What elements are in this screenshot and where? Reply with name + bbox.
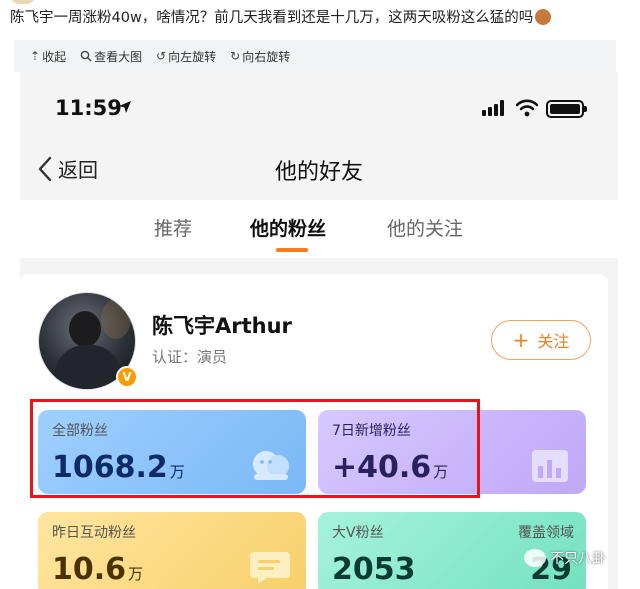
profile-name[interactable]: 陈飞宇Arthur [152,310,292,340]
tab-bar: 推荐 他的粉丝 他的关注 [20,200,618,258]
stat-label: 昨日互动粉丝 [52,525,136,541]
follow-label: 关注 [537,332,570,351]
rotate-left-icon: ↺ [156,49,167,63]
rotate-right-button[interactable]: ↻ 向右旋转 [230,48,290,65]
plus-icon: + [512,328,530,352]
poster-avatar-fragment [10,0,36,4]
tab-his-fans[interactable]: 他的粉丝 [250,214,326,241]
cellular-signal-icon [482,100,508,116]
coverage-label: 覆盖领域 [518,525,574,541]
stat-label: 大V粉丝 [332,525,384,541]
collapse-label: 收起 [42,49,67,64]
stat-value: 10.6 万 [52,552,144,587]
tab-his-following[interactable]: 他的关注 [387,214,463,241]
image-toolbar: ⇡ 收起 查看大图 ↺ 向左旋转 ↻ 向右旋转 [14,40,616,72]
phone-screenshot: 11:59 返回 他的好友 推荐 他的粉丝 他的关注 V 陈飞宇Arthur 认… [20,72,618,589]
active-tab-indicator [276,248,308,252]
collapse-button[interactable]: ⇡ 收起 [30,48,66,65]
chat-icon [250,552,290,584]
battery-icon [546,100,587,118]
status-bar: 11:59 [20,72,618,144]
rotate-right-label: 向右旋转 [242,49,291,64]
nav-bar: 返回 他的好友 [20,144,618,194]
rotate-right-icon: ↻ [230,49,241,63]
calendar-chart-icon [532,450,568,482]
view-large-button[interactable]: 查看大图 [80,48,142,65]
wifi-icon [516,99,538,117]
stat-value: 2053 [332,552,416,587]
follow-button[interactable]: + 关注 [491,320,591,360]
status-time: 11:59 [55,96,122,120]
collapse-icon: ⇡ [30,49,41,63]
post-text: 陈飞宇一周涨粉40w，啥情况？前几天我看到还是十几万，这两天吸粉这么猛的吗 [10,6,630,30]
location-arrow-icon [119,101,131,113]
rotate-left-button[interactable]: ↺ 向左旋转 [156,48,216,65]
watermark: 不只八卦 [524,548,606,568]
verified-badge-icon: V [116,366,138,388]
stat-yesterday-interactive-fans[interactable]: 昨日互动粉丝 10.6 万 [38,512,306,589]
tab-recommend[interactable]: 推荐 [154,214,192,241]
red-highlight-annotation [30,399,480,498]
rotate-left-label: 向左旋转 [168,49,217,64]
search-icon [80,50,92,62]
view-large-label: 查看大图 [94,49,143,64]
screenshot-page: 陈飞宇一周涨粉40w，啥情况？前几天我看到还是十几万，这两天吸粉这么猛的吗 ⇡ … [0,0,640,589]
watermark-text: 不只八卦 [550,551,606,567]
monkey-emoji-icon [535,9,552,25]
post-text-content: 陈飞宇一周涨粉40w，啥情况？前几天我看到还是十几万，这两天吸粉这么猛的吗 [10,10,534,26]
page-title: 他的好友 [274,160,363,185]
wechat-logo-icon [524,549,546,567]
verification-text: 认证：演员 [152,348,228,366]
